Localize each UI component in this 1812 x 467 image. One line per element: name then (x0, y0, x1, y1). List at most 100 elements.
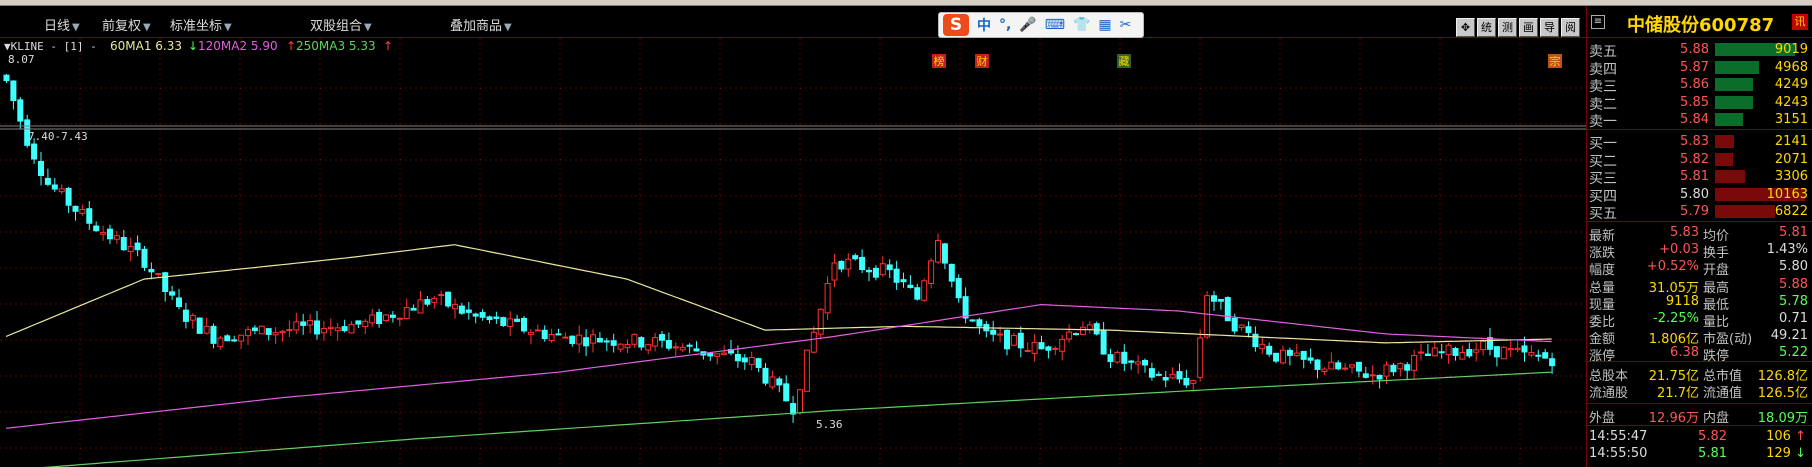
candle-body (1542, 352, 1549, 359)
bid-row[interactable]: 买二 5.82 2071 (1587, 150, 1812, 170)
candle-body (327, 326, 334, 330)
ime-chinese-mode[interactable]: 中 (977, 15, 991, 35)
candle-body (1045, 346, 1052, 351)
move-icon[interactable]: ✥ (1456, 18, 1475, 37)
event-tag-list[interactable]: 榜 财 藏 宗 (932, 54, 1562, 68)
bid-price: 5.82 (1680, 151, 1709, 167)
bid-row[interactable]: 买五 5.79 6822 (1587, 202, 1812, 222)
bid-orderbook: 买一 5.83 2141 买二 5.82 2071 买三 5.81 3306 买四 5.80 1016… (1587, 130, 1812, 222)
scissors-icon[interactable]: ✂ (1120, 17, 1132, 33)
microphone-icon[interactable]: 🎤 (1019, 17, 1036, 33)
candle-body (997, 333, 1004, 336)
ask-row[interactable]: 卖三 5.86 4249 (1587, 75, 1812, 95)
ma-lines (5, 244, 1552, 467)
candle-body (603, 340, 610, 343)
candle-body (258, 325, 265, 335)
event-tag-block[interactable]: 宗 (1550, 54, 1561, 68)
event-tag-rank[interactable]: 榜 (934, 54, 945, 68)
candle-body (1411, 355, 1418, 371)
stats-button[interactable]: 统 (1477, 18, 1496, 37)
candle-body (948, 263, 955, 282)
bid-depth-bar (1715, 170, 1745, 184)
menu-icon[interactable]: ≡ (1591, 15, 1605, 29)
candle-body (1038, 342, 1045, 350)
candle-body (376, 311, 383, 325)
candle-body (1059, 338, 1066, 352)
candle-body (203, 325, 210, 334)
dual-stock-selector[interactable]: 双股组合 ▼ (310, 15, 372, 34)
candle-body (541, 329, 548, 340)
period-selector[interactable]: 日线 ▼ (44, 15, 80, 34)
export-button[interactable]: 导 (1540, 18, 1559, 37)
candle-body (1017, 332, 1024, 349)
bid-price: 5.79 (1680, 204, 1709, 220)
candle-body (1480, 340, 1487, 351)
read-button[interactable]: 阅 (1561, 18, 1580, 37)
candle-body (507, 318, 514, 327)
bid-depth-bar (1715, 152, 1733, 166)
tick-row[interactable]: 14:55:47 5.82 106 ↑ (1587, 428, 1812, 445)
keyboard-icon[interactable]: ⌨ (1045, 17, 1065, 33)
legend-ma60: 60MA1 6.33 (110, 39, 182, 53)
stat-value: 5.81 (1779, 225, 1808, 240)
candle-body (1024, 349, 1031, 352)
candle-body (431, 297, 438, 303)
kline-chart[interactable]: ▼KLINE - [1] - 60MA1 6.33 ↓ 120MA2 5.90 … (0, 38, 1586, 467)
kline-canvas[interactable]: ▼KLINE - [1] - 60MA1 6.33 ↓ 120MA2 5.90 … (0, 38, 1586, 467)
candle-body (1335, 362, 1342, 370)
candle-body (1507, 348, 1514, 351)
event-tag-finance[interactable]: 财 (977, 54, 988, 68)
ask-row[interactable]: 卖五 5.88 9019 (1587, 40, 1812, 60)
ask-volume: 9019 (1774, 42, 1808, 57)
candle-body (1390, 364, 1397, 373)
measure-button[interactable]: 测 (1498, 18, 1517, 37)
ask-row[interactable]: 卖一 5.84 3151 (1587, 110, 1812, 130)
candle-body (624, 343, 631, 349)
candle-body (1142, 359, 1148, 366)
sogou-logo-icon[interactable]: S (943, 14, 969, 36)
candle-body (196, 317, 203, 334)
capital-row: 流通股 21.7亿 流通值 126.5亿 (1587, 381, 1812, 402)
candle-body (1245, 326, 1252, 334)
bid-price: 5.81 (1680, 169, 1709, 185)
tick-list[interactable]: 14:55:47 5.82 106 ↑ 14:55:50 5.81 129 ↓ (1587, 426, 1812, 462)
candle-body (638, 337, 645, 348)
overlay-label: 叠加商品 (450, 19, 503, 34)
skin-icon[interactable]: 👕 (1073, 17, 1090, 33)
news-badge[interactable]: 讯 (1792, 14, 1808, 30)
candle-body (1183, 377, 1190, 386)
candle-body (58, 188, 65, 193)
candle-body (1004, 329, 1010, 350)
adjust-selector[interactable]: 前复权 ▼ (102, 15, 151, 34)
candle-body (1114, 351, 1121, 363)
candle-body (1362, 373, 1369, 378)
stat-value: 49.21 (1770, 328, 1808, 344)
bid-row[interactable]: 买三 5.81 3306 (1587, 167, 1812, 187)
capital-value: 21.7亿 (1657, 386, 1699, 402)
candle-body (1376, 374, 1383, 380)
chevron-down-icon: ▼ (72, 22, 80, 33)
overlay-selector[interactable]: 叠加商品 ▼ (450, 15, 512, 34)
ime-punctuation-icon[interactable]: °, (999, 17, 1011, 33)
ask-row[interactable]: 卖四 5.87 4968 (1587, 58, 1812, 78)
tick-volume-value: 129 (1766, 446, 1796, 461)
toolbox-icon[interactable]: ▦ (1098, 17, 1111, 33)
candle-body (866, 269, 872, 273)
ask-row[interactable]: 卖二 5.85 4243 (1587, 93, 1812, 113)
draw-button[interactable]: 画 (1519, 18, 1538, 37)
ask-depth-bar (1715, 60, 1759, 74)
candle-body (31, 143, 38, 160)
candle-body (1521, 345, 1528, 353)
tick-row[interactable]: 14:55:50 5.81 129 ↓ (1587, 445, 1812, 462)
ime-toolbar[interactable]: S 中 °, 🎤 ⌨ 👕 ▦ ✂ (938, 12, 1144, 38)
candle-body (1355, 361, 1362, 372)
axis-selector[interactable]: 标准坐标 ▼ (170, 15, 232, 34)
bid-row[interactable]: 买四 5.80 10163 (1587, 185, 1812, 205)
candle-body (1535, 354, 1542, 357)
event-tag-hold[interactable]: 藏 (1119, 55, 1130, 68)
candle-body (465, 309, 472, 313)
candle-body (403, 307, 410, 320)
candle-body (1466, 349, 1473, 357)
bid-row[interactable]: 买一 5.83 2141 (1587, 132, 1812, 152)
candle-body (445, 291, 452, 307)
